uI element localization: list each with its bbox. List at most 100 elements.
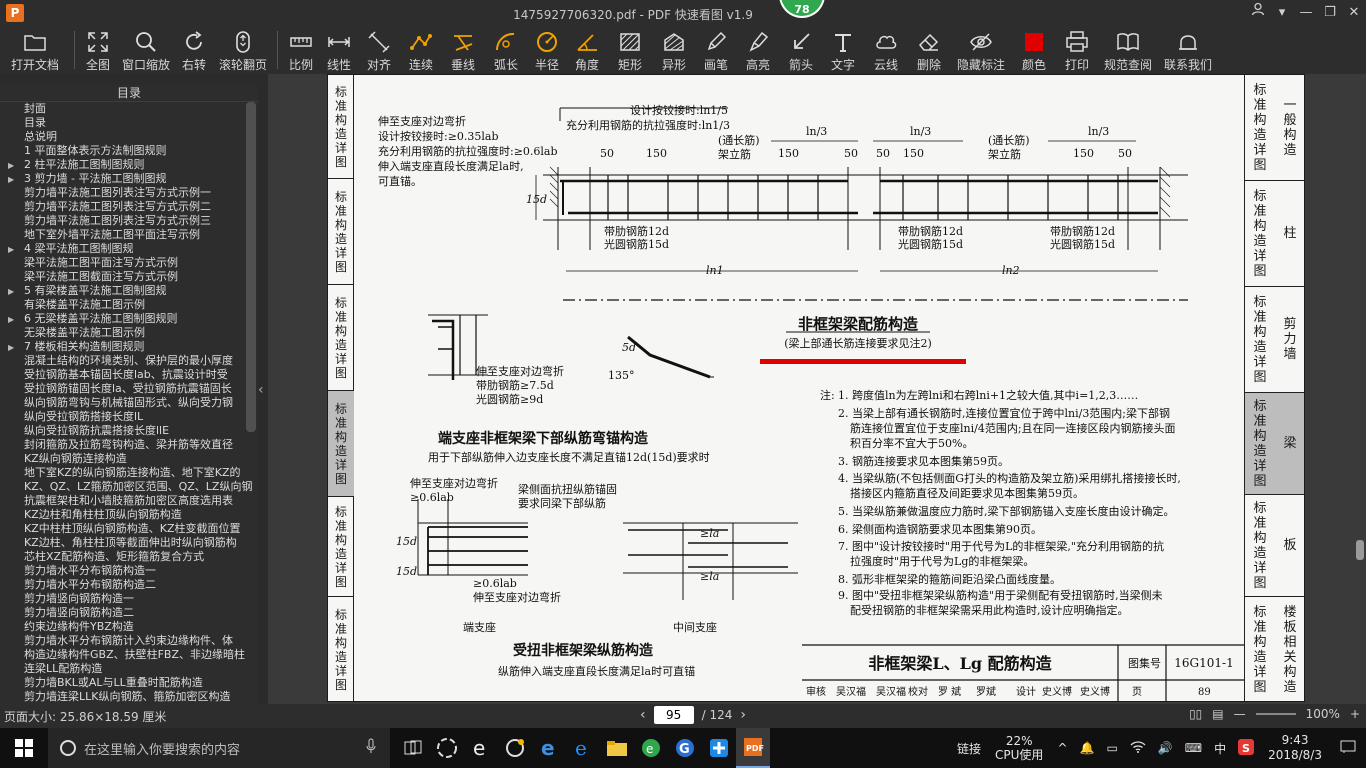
continuous-view-icon[interactable]: ▤ <box>1212 707 1223 721</box>
page-number-input[interactable]: 95 <box>653 706 694 724</box>
toolbar-chain-button[interactable]: 连续 <box>400 26 442 74</box>
toc-item[interactable]: KZ边柱、角柱柱顶等截面伸出时纵向钢筋构 <box>0 536 258 550</box>
toc-item[interactable]: 纵向受拉钢筋抗震搭接长度llE <box>0 424 258 438</box>
toc-item[interactable]: 剪力墙连梁LLK纵向钢筋、箍筋加密区构造 <box>0 690 258 704</box>
toolbar-rotate-button[interactable]: 右转 <box>175 26 213 74</box>
viewer-scrollbar[interactable] <box>1356 540 1364 560</box>
toolbar-radius-button[interactable]: 半径 <box>528 26 566 74</box>
single-page-view-icon[interactable]: ▯▯ <box>1189 707 1202 721</box>
action-center-icon[interactable] <box>1330 740 1366 757</box>
tray-expand-icon[interactable]: ^ <box>1051 741 1073 755</box>
toc-item[interactable]: KZ、QZ、LZ箍筋加密区范围、QZ、LZ纵向钢 <box>0 480 258 494</box>
toc-item[interactable]: 剪力墙水平分布钢筋计入约束边缘构件、体 <box>0 634 258 648</box>
toc-item[interactable]: KZ边柱和角柱柱顶纵向钢筋构造 <box>0 508 258 522</box>
display-icon[interactable]: ▭ <box>1100 741 1123 755</box>
keyboard-icon[interactable]: ⌨ <box>1179 741 1208 755</box>
restore-icon[interactable]: ❐ <box>1318 0 1342 26</box>
edge-browser-icon[interactable]: e <box>532 728 566 768</box>
toc-item[interactable]: 剪力墙水平分布钢筋构造一 <box>0 564 258 578</box>
taskbar-search[interactable]: 在这里输入你要搜索的内容 <box>48 728 390 768</box>
toc-item[interactable]: 地下室KZ的纵向钢筋连接构造、地下室KZ的 <box>0 466 258 480</box>
notification-bell-icon[interactable]: 🔔 <box>1074 741 1101 755</box>
zoom-in-icon[interactable]: + <box>1350 707 1360 721</box>
toc-item[interactable]: 纵向受拉钢筋搭接长度lL <box>0 410 258 424</box>
toc-item[interactable]: 纵向钢筋弯钩与机械锚固形式、纵向受力钢 <box>0 396 258 410</box>
toolbar-zoomwin-button[interactable]: 窗口缩放 <box>117 26 175 74</box>
expand-arrow-icon[interactable]: ▶ <box>8 313 18 326</box>
toc-item[interactable]: 受拉钢筋锚固长度la、受拉钢筋抗震锚固长 <box>0 382 258 396</box>
toc-item[interactable]: 连梁LL配筋构造 <box>0 662 258 676</box>
ie-browser-icon[interactable]: e <box>464 728 498 768</box>
toolbar-perp-button[interactable]: 垂线 <box>442 26 484 74</box>
pinwheel-app-icon[interactable] <box>430 728 464 768</box>
network-label[interactable]: 链接 <box>951 740 987 757</box>
toc-item[interactable]: 芯柱XZ配筋构造、矩形箍筋复合方式 <box>0 550 258 564</box>
windows-start-icon[interactable] <box>0 728 48 768</box>
toolbar-scroll-button[interactable]: 滚轮翻页 <box>213 26 273 74</box>
toc-item[interactable]: 封闭箍筋及拉筋弯钩构造、梁并筋等效直径 <box>0 438 258 452</box>
next-page-icon[interactable]: › <box>740 707 746 723</box>
toolbar-hide-button[interactable]: 隐藏标注 <box>950 26 1012 74</box>
360-browser-icon[interactable]: e <box>634 728 668 768</box>
toc-item[interactable]: 1 平面整体表示方法制图规则 <box>0 144 258 158</box>
expand-arrow-icon[interactable]: ▶ <box>8 285 18 298</box>
microphone-icon[interactable] <box>366 738 376 758</box>
toc-item[interactable]: 剪力墙平法施工图列表注写方式示例三 <box>0 214 258 228</box>
right-section-tab[interactable]: 标准构造详图 梁 <box>1245 393 1304 495</box>
task-view-icon[interactable] <box>396 728 430 768</box>
toolbar-erase-button[interactable]: 删除 <box>908 26 950 74</box>
expand-arrow-icon[interactable]: ▶ <box>8 243 18 256</box>
right-section-tab[interactable]: 标准构造详图 柱 <box>1245 181 1304 287</box>
toolbar-text-button[interactable]: 文字 <box>822 26 864 74</box>
sogou-ime-icon[interactable]: S <box>1232 738 1260 758</box>
toc-item[interactable]: ▶ 4 梁平法施工图制图规 <box>0 242 258 256</box>
toolbar-print-button[interactable]: 打印 <box>1056 26 1098 74</box>
collapse-sidebar-icon[interactable]: ‹ <box>258 380 268 400</box>
toc-item[interactable]: 地下室外墙平法施工图平面注写示例 <box>0 228 258 242</box>
toc-item[interactable]: ▶ 5 有梁楼盖平法施工图制图规 <box>0 284 258 298</box>
toolbar-cloud-button[interactable]: 云线 <box>864 26 908 74</box>
wifi-icon[interactable] <box>1124 740 1152 756</box>
zoom-out-icon[interactable]: — <box>1234 707 1246 721</box>
toolbar-arclen-button[interactable]: 弧长 <box>484 26 528 74</box>
toc-item[interactable]: KZ中柱柱顶纵向钢筋构造、KZ柱变截面位置 <box>0 522 258 536</box>
toolbar-angle-button[interactable]: 角度 <box>566 26 608 74</box>
toolbar-highlight-button[interactable]: 高亮 <box>736 26 780 74</box>
toc-item[interactable]: 剪力墙BKL或AL与LL重叠时配筋构造 <box>0 676 258 690</box>
toolbar-rect-button[interactable]: 矩形 <box>608 26 652 74</box>
toolbar-contact-button[interactable]: 联系我们 <box>1158 26 1218 74</box>
toc-item[interactable]: 构造边缘构件GBZ、扶壁柱FBZ、非边缘暗柱 <box>0 648 258 662</box>
chrome-like-icon[interactable] <box>498 728 532 768</box>
toolbar-scale-button[interactable]: 比例 <box>282 26 320 74</box>
ime-indicator[interactable]: 中 <box>1208 740 1232 757</box>
toolbar-arrow-button[interactable]: 箭头 <box>780 26 822 74</box>
toc-item[interactable]: 梁平法施工图平面注写方式示例 <box>0 256 258 270</box>
clock[interactable]: 9:43 2018/8/3 <box>1260 733 1330 763</box>
document-viewer[interactable]: 标准构造详图标准构造详图标准构造详图标准构造详图标准构造详图标准构造详图 伸至支… <box>268 74 1366 704</box>
toc-item[interactable]: KZ纵向钢筋连接构造 <box>0 452 258 466</box>
toolbar-open-button[interactable]: 打开文档 <box>0 26 70 74</box>
toc-item[interactable]: 剪力墙竖向钢筋构造二 <box>0 606 258 620</box>
toc-item[interactable]: 剪力墙水平分布钢筋构造二 <box>0 578 258 592</box>
close-icon[interactable]: ✕ <box>1342 0 1366 26</box>
toc-item[interactable]: ▶ 6 无梁楼盖平法施工图制图规则 <box>0 312 258 326</box>
speed-badge[interactable]: 78 <box>779 0 825 18</box>
toc-item[interactable]: 封面 <box>0 102 258 116</box>
toolbar-pen-button[interactable]: 画笔 <box>696 26 736 74</box>
prev-page-icon[interactable]: ‹ <box>640 707 646 723</box>
dropdown-icon[interactable]: ▾ <box>1270 0 1294 26</box>
ie-blue-icon[interactable]: e <box>566 728 600 768</box>
toc-item[interactable]: 剪力墙竖向钢筋构造一 <box>0 592 258 606</box>
expand-arrow-icon[interactable]: ▶ <box>8 341 18 354</box>
right-section-tab[interactable]: 标准构造详图 一般构造 <box>1245 75 1304 181</box>
toc-item[interactable]: 有梁楼盖平法施工图示例 <box>0 298 258 312</box>
toc-item[interactable]: ▶ 3 剪力墙 - 平法施工图制图规 <box>0 172 258 186</box>
toc-item[interactable]: ▶ 7 楼板相关构造制图规则 <box>0 340 258 354</box>
right-section-tab[interactable]: 标准构造详图 楼板相关构造 <box>1245 597 1304 701</box>
plus-app-icon[interactable] <box>702 728 736 768</box>
file-explorer-icon[interactable] <box>600 728 634 768</box>
toolbar-spec-button[interactable]: 规范查阅 <box>1098 26 1158 74</box>
toolbar-linear-button[interactable]: 线性 <box>320 26 358 74</box>
toc-item[interactable]: 混凝土结构的环境类别、保护层的最小厚度 <box>0 354 258 368</box>
zoom-slider[interactable] <box>1255 713 1296 715</box>
